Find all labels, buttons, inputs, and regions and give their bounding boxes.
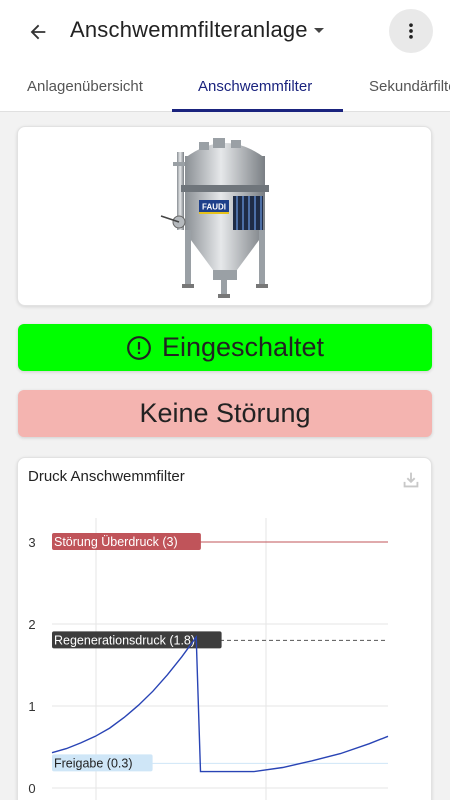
plant-selector[interactable]: Anschwemmfilteranlage <box>70 17 324 43</box>
tab-sekundaerfilter[interactable]: Sekundärfilter <box>369 64 450 111</box>
running-status-label: Eingeschaltet <box>161 332 325 362</box>
pressure-chart-card: Druck Anschwemmfilter 0 1 2 3 Störung Überdr… <box>17 457 432 800</box>
threshold-label: Störung Überdruck (3) <box>54 535 178 549</box>
tab-anschwemmfilter[interactable]: Anschwemmfilter <box>198 64 312 111</box>
filter-image-card: FAUDI <box>17 126 432 306</box>
y-tick-label: 1 <box>28 699 35 714</box>
pressure-series-line <box>51 635 389 773</box>
more-vert-icon <box>409 23 413 39</box>
y-tick-label: 3 <box>28 535 35 550</box>
tab-bar: Anlagenübersicht Anschwemmfilter Sekundä… <box>0 64 450 112</box>
more-menu-button[interactable] <box>389 9 433 53</box>
active-tab-indicator <box>172 109 343 112</box>
y-tick-label: 2 <box>28 617 35 632</box>
y-tick-label: 0 <box>28 781 35 796</box>
brand-label: FAUDI <box>202 203 226 212</box>
back-button[interactable] <box>22 16 54 48</box>
caret-down-icon <box>313 27 324 33</box>
alert-circle-icon <box>126 335 152 361</box>
fault-status-label: Keine Störung <box>139 398 311 428</box>
threshold-label: Freigabe (0.3) <box>54 756 133 770</box>
tab-anlagenuebersicht[interactable]: Anlagenübersicht <box>27 64 143 111</box>
filter-machine-image: FAUDI <box>160 138 269 298</box>
threshold-label: Regenerationsdruck (1.8) <box>54 633 195 647</box>
app-bar: Anschwemmfilteranlage <box>0 0 450 64</box>
fault-status-button[interactable]: Keine Störung <box>18 390 432 437</box>
arrow-back-icon <box>30 24 46 40</box>
running-status-button[interactable]: Eingeschaltet <box>18 324 432 371</box>
page-title: Anschwemmfilteranlage <box>70 17 308 42</box>
pressure-chart: 0 1 2 3 Störung Überdruck (3) Regenerationsdr… <box>28 518 389 800</box>
